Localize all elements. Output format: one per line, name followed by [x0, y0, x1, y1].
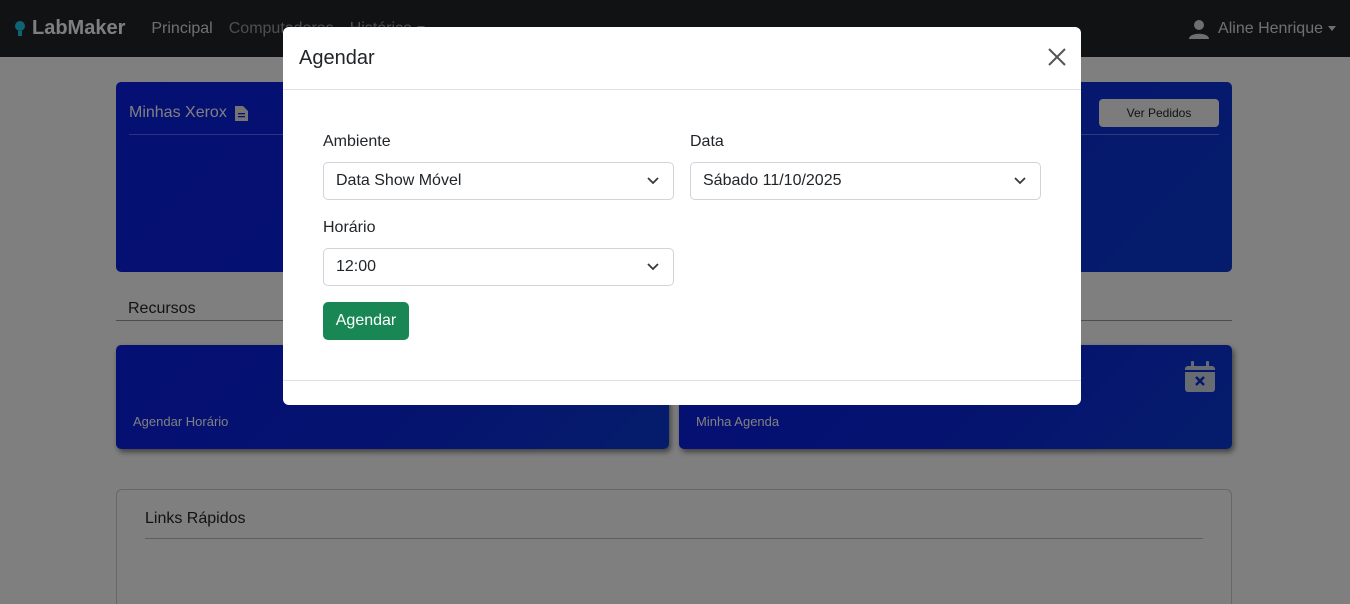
- ambiente-value: Data Show Móvel: [336, 172, 462, 189]
- close-icon[interactable]: [1047, 47, 1067, 67]
- chevron-down-icon: [647, 263, 659, 271]
- chevron-down-icon: [647, 177, 659, 185]
- horario-label: Horário: [323, 219, 376, 236]
- horario-select[interactable]: 12:00: [323, 248, 674, 286]
- data-label: Data: [690, 133, 724, 150]
- modal-title: Agendar: [299, 47, 375, 69]
- agendar-submit-button[interactable]: Agendar: [323, 302, 409, 340]
- horario-value: 12:00: [336, 258, 377, 275]
- chevron-down-icon: [1014, 177, 1026, 185]
- ambiente-select[interactable]: Data Show Móvel: [323, 162, 674, 200]
- modal-footer-divider: [283, 380, 1081, 381]
- modal-header: Agendar: [283, 27, 1081, 90]
- ambiente-label: Ambiente: [323, 133, 391, 150]
- data-select[interactable]: Sábado 11/10/2025: [690, 162, 1041, 200]
- data-value: Sábado 11/10/2025: [703, 172, 842, 189]
- agendar-modal: Agendar Ambiente Data Show Móvel Data Sá…: [283, 27, 1081, 405]
